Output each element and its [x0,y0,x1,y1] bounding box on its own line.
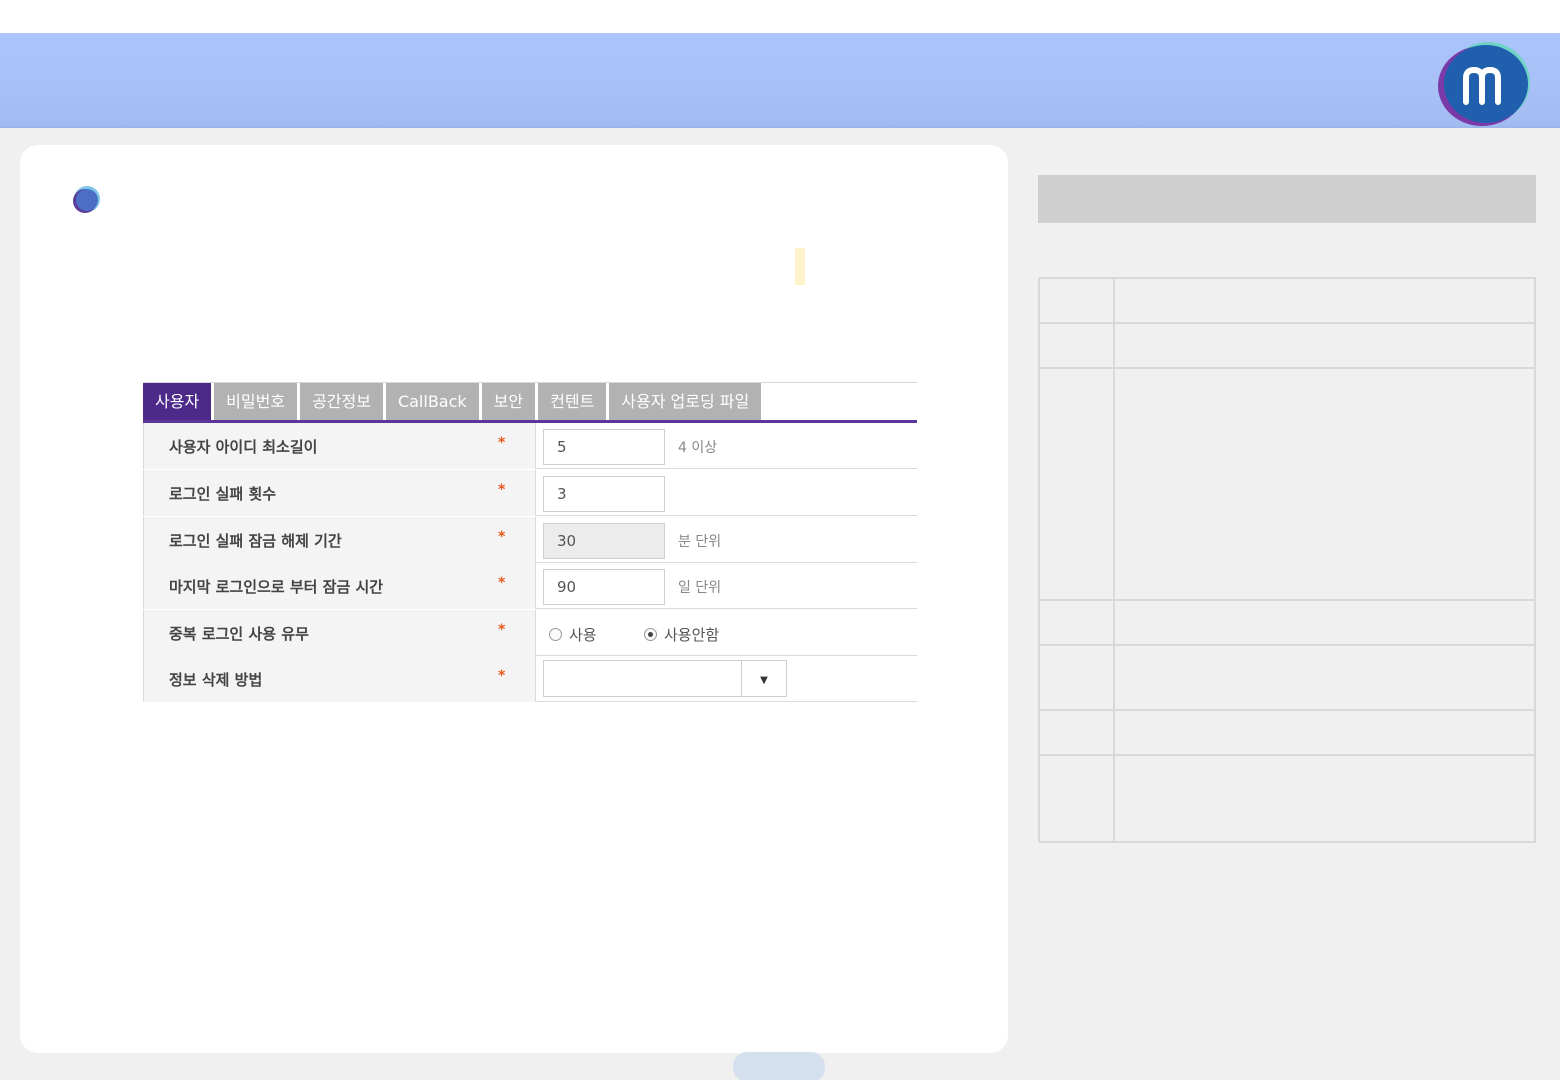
table-row-divider [1040,599,1534,601]
setting-label-cell: 마지막 로그인으로 부터 잠금 시간 * [143,563,536,609]
radio-use[interactable]: 사용 [549,624,597,645]
tab-callback[interactable]: CallBack [385,383,479,421]
unlock-period-input[interactable]: 30 [543,523,665,559]
setting-hint: 일 단위 [678,580,722,596]
table-row-divider [1040,644,1534,646]
side-table [1038,277,1536,843]
setting-row: 로그인 실패 횟수 * 3 [143,470,917,516]
side-title-bar [1038,175,1536,223]
radio-not-use[interactable]: 사용안함 [644,624,719,645]
setting-row: 정보 삭제 방법 * ▼ [143,656,917,702]
table-row-divider [1040,754,1534,756]
pager-handle[interactable] [733,1052,825,1080]
required-mark: * [498,435,506,451]
setting-label-cell: 사용자 아이디 최소길이 * [143,423,536,469]
highlight-marker [795,248,805,285]
setting-label: 사용자 아이디 최소길이 [169,438,318,456]
login-fail-count-input[interactable]: 3 [543,476,665,512]
lock-time-input[interactable]: 90 [543,569,665,605]
min-id-length-input[interactable]: 5 [543,429,665,465]
setting-label: 마지막 로그인으로 부터 잠금 시간 [169,578,384,596]
top-strip [0,0,1560,33]
setting-label-cell: 정보 삭제 방법 * [143,656,536,702]
tab-user[interactable]: 사용자 [143,383,212,421]
table-divider [1113,279,1115,841]
table-row-divider [1040,322,1534,324]
setting-row: 사용자 아이디 최소길이 * 5 4 이상 [143,423,917,469]
table-row-divider [1040,367,1534,369]
setting-label: 중복 로그인 사용 유무 [169,625,309,643]
setting-label-cell: 로그인 실패 잠금 해제 기간 * [143,517,536,563]
radio-icon [549,628,562,641]
chevron-down-icon[interactable]: ▼ [741,661,786,696]
header-bar [0,33,1560,128]
m-logo-icon[interactable] [1436,42,1532,126]
tab-user-upload-file[interactable]: 사용자 업로딩 파일 [609,383,762,421]
setting-label: 정보 삭제 방법 [169,671,263,689]
settings-tabs: 사용자 비밀번호 공간정보 CallBack 보안 컨텐트 사용자 업로딩 파일 [143,382,917,421]
setting-row: 중복 로그인 사용 유무 * 사용 사용안함 [143,610,917,656]
setting-label-cell: 로그인 실패 횟수 * [143,470,536,516]
radio-checked-icon [644,628,657,641]
tab-password[interactable]: 비밀번호 [214,383,298,421]
setting-label: 로그인 실패 횟수 [169,485,277,503]
setting-label-cell: 중복 로그인 사용 유무 * [143,610,536,656]
setting-hint: 분 단위 [678,534,722,550]
bullet-icon [73,186,100,213]
required-mark: * [498,529,506,545]
required-mark: * [498,668,506,684]
tab-space-info[interactable]: 공간정보 [300,383,383,421]
radio-label: 사용안함 [664,626,720,644]
tab-security[interactable]: 보안 [481,383,536,421]
tab-content[interactable]: 컨텐트 [538,383,607,421]
setting-label: 로그인 실패 잠금 해제 기간 [169,532,342,550]
required-mark: * [498,622,506,638]
setting-hint: 4 이상 [678,440,718,456]
table-row-divider [1040,709,1534,711]
setting-row: 로그인 실패 잠금 해제 기간 * 30 분 단위 [143,517,917,563]
settings-screenshot: 사용자 비밀번호 공간정보 CallBack 보안 컨텐트 사용자 업로딩 파일… [143,382,917,708]
required-mark: * [498,575,506,591]
setting-row: 마지막 로그인으로 부터 잠금 시간 * 90 일 단위 [143,563,917,609]
required-mark: * [498,482,506,498]
delete-method-select[interactable]: ▼ [543,660,787,697]
radio-label: 사용 [569,626,597,644]
